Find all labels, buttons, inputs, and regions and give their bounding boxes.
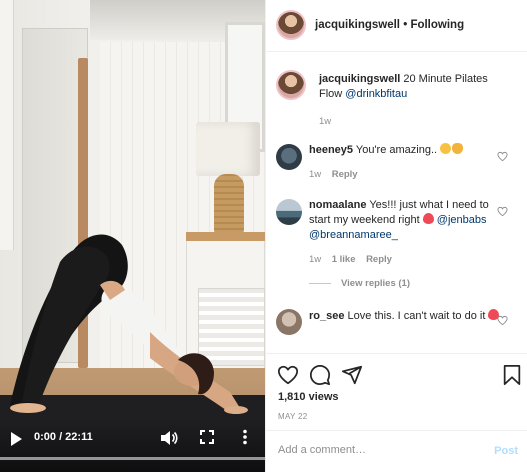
- view-replies-button[interactable]: View replies (1): [309, 278, 410, 289]
- fullscreen-icon[interactable]: [200, 430, 214, 444]
- video-controls-bar: 0:00 / 22:11: [0, 420, 265, 472]
- comment-mention[interactable]: @breannamaree_: [309, 229, 398, 241]
- list-item: ro_see Love this. I can't wait to do it: [266, 307, 527, 353]
- save-bookmark-icon[interactable]: [501, 364, 523, 386]
- comment-likes-count[interactable]: 1 like: [332, 254, 356, 265]
- caption-meta: 1w: [319, 114, 514, 129]
- caption-mention[interactable]: @drinkbfitau: [345, 88, 407, 100]
- add-comment-input[interactable]: [278, 444, 478, 456]
- red-heart-emoji: [422, 213, 434, 224]
- following-button[interactable]: Following: [410, 19, 464, 31]
- header-username[interactable]: jacquikingswell: [315, 19, 400, 31]
- post-actions: 1,810 views MAY 22: [266, 353, 527, 429]
- post-side-panel: jacquikingswell • Following jacquikingsw…: [265, 0, 527, 472]
- post-date: MAY 22: [278, 412, 308, 421]
- avatar[interactable]: [276, 10, 306, 40]
- video-time: 0:00 / 22:11: [34, 431, 93, 443]
- add-comment-bar: Post: [266, 430, 527, 472]
- commenter-avatar[interactable]: [276, 199, 302, 225]
- video-person-downward-dog: [10, 234, 248, 414]
- commenter-avatar[interactable]: [276, 309, 302, 335]
- hugging-face-emoji: [440, 143, 452, 154]
- caption-age: 1w: [319, 116, 332, 127]
- caption-avatar[interactable]: [276, 70, 306, 100]
- comment-age: 1w: [309, 169, 322, 180]
- clapping-hands-emoji: [452, 143, 464, 154]
- comment-username[interactable]: ro_see: [309, 310, 344, 322]
- like-heart-icon[interactable]: [277, 364, 299, 386]
- header-separator: •: [403, 19, 408, 31]
- caption-username[interactable]: jacquikingswell: [319, 73, 400, 85]
- volume-icon[interactable]: [160, 430, 178, 446]
- reply-button[interactable]: Reply: [366, 254, 392, 265]
- comment-age: 1w: [309, 254, 322, 265]
- comment-icon[interactable]: [309, 364, 331, 386]
- share-icon[interactable]: [341, 364, 363, 386]
- play-icon[interactable]: [10, 432, 22, 446]
- commenter-avatar[interactable]: [276, 144, 302, 170]
- post-comment-button[interactable]: Post: [494, 445, 518, 457]
- comment-mention[interactable]: @jenbabs: [437, 214, 487, 226]
- list-item: heeney5 You're amazing.. 1w Reply: [266, 141, 527, 191]
- comment-username[interactable]: nomaalane: [309, 199, 366, 211]
- view-count[interactable]: 1,810 views: [278, 391, 339, 403]
- post-header: jacquikingswell • Following: [266, 0, 527, 52]
- comment-text: You're amazing..: [355, 144, 438, 156]
- comment-username[interactable]: heeney5: [309, 144, 353, 156]
- video-progress-bar[interactable]: [0, 457, 265, 460]
- reply-button[interactable]: Reply: [332, 169, 358, 180]
- comment-text: Love this. I can't wait to do it: [347, 310, 486, 322]
- comment-like-heart-icon[interactable]: [497, 206, 508, 217]
- comment-like-heart-icon[interactable]: [497, 151, 508, 162]
- more-options-icon[interactable]: [238, 429, 252, 445]
- video-player[interactable]: 0:00 / 22:11: [0, 0, 265, 472]
- comment-like-heart-icon[interactable]: [497, 315, 508, 326]
- comments-list[interactable]: jacquikingswell 20 Minute Pilates Flow @…: [266, 53, 527, 353]
